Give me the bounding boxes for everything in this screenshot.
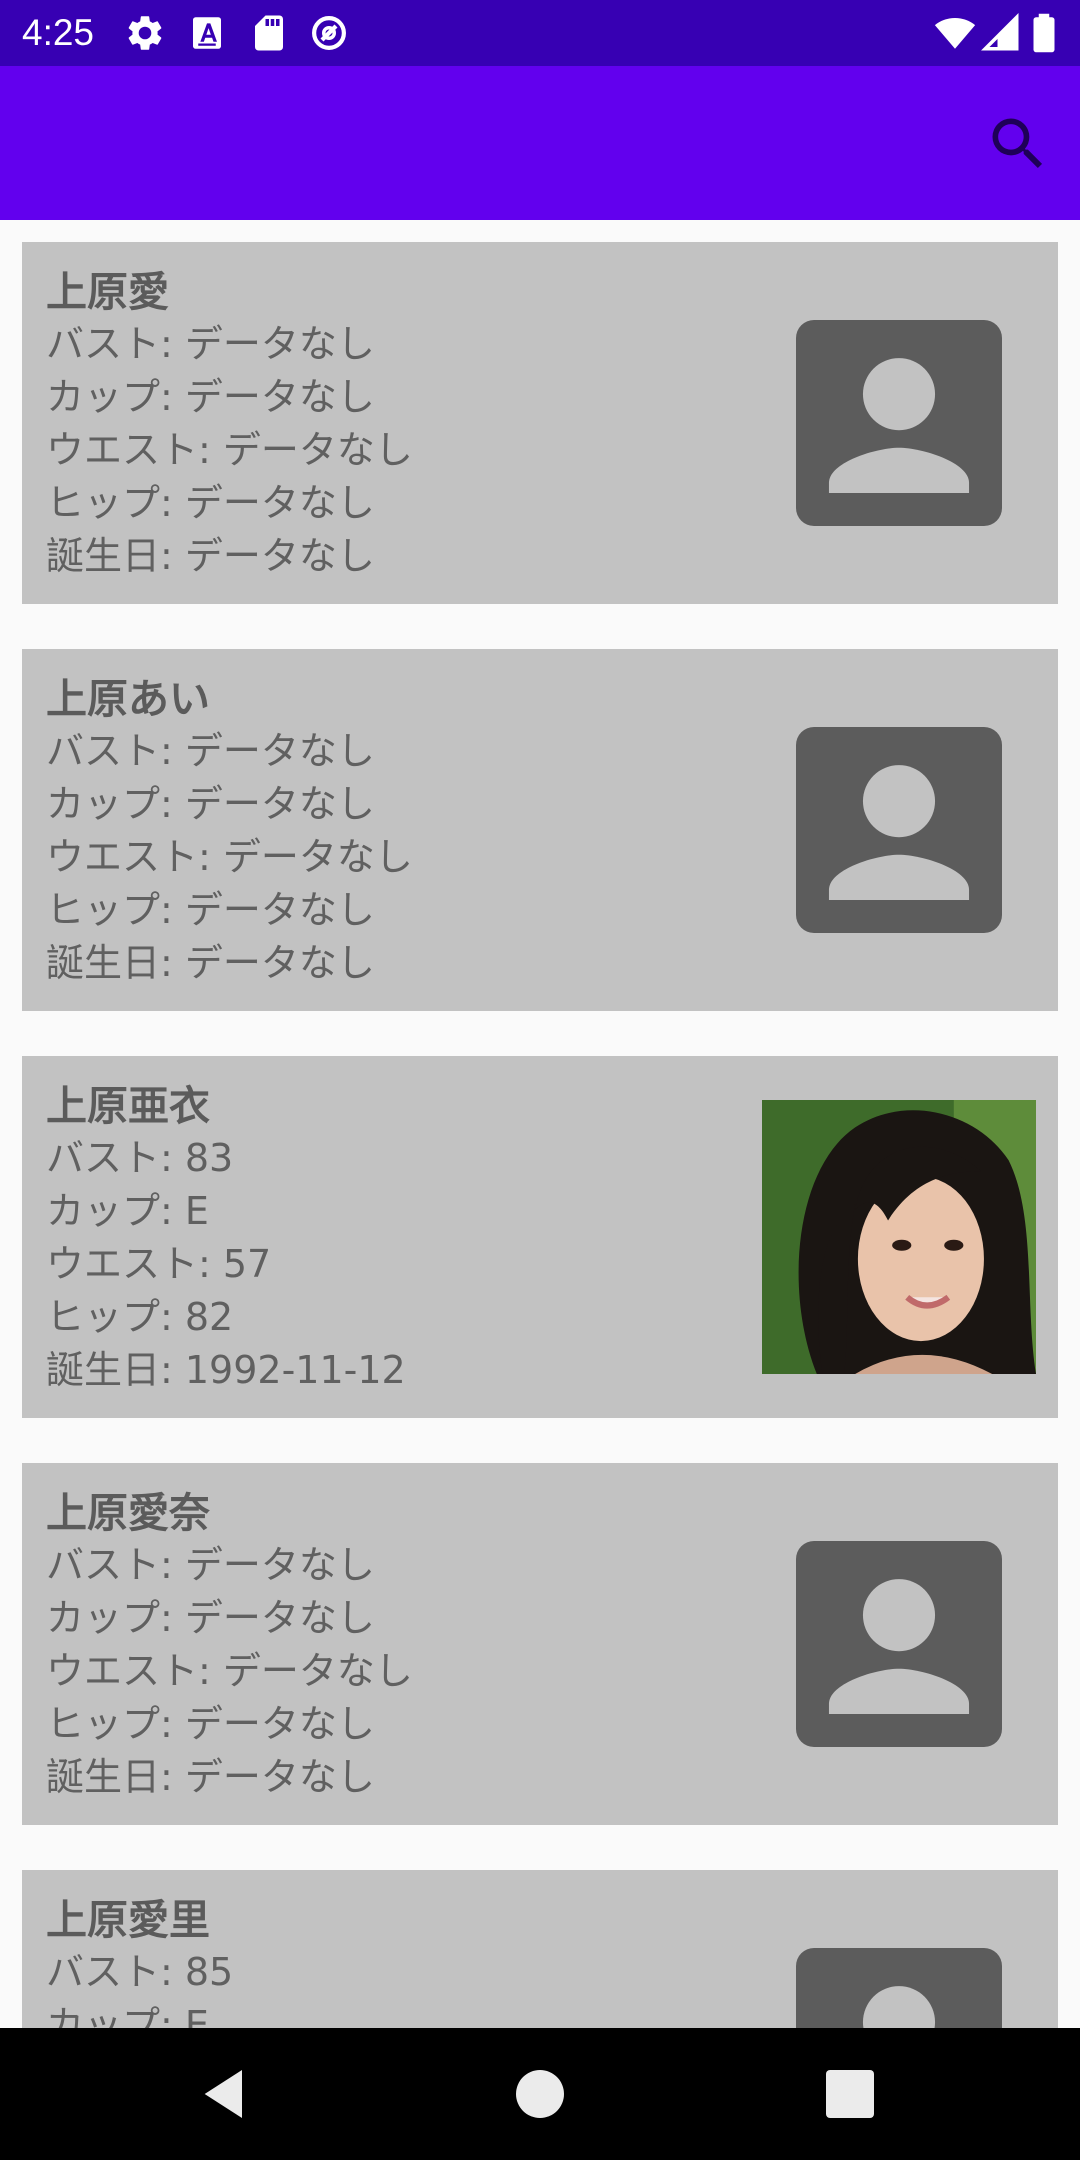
waist-text: ウエスト: データなし xyxy=(46,835,413,879)
bust-text: バスト: 85 xyxy=(46,1950,234,1994)
birthday-text: 誕生日: データなし xyxy=(46,534,375,578)
actress-name: 上原亜衣 xyxy=(46,1082,210,1130)
settings-icon xyxy=(124,12,166,54)
back-icon[interactable] xyxy=(194,2062,258,2126)
text-a-icon xyxy=(186,12,228,54)
status-bar: 4:25 xyxy=(0,0,1080,66)
cup-text: カップ: E xyxy=(46,2003,209,2028)
avatar-placeholder-icon xyxy=(796,1948,1002,2028)
home-icon[interactable] xyxy=(508,2062,572,2126)
card-info: 上原亜衣 バスト: 83 カップ: E ウエスト: 57 ヒップ: 82 誕生日… xyxy=(46,1080,726,1397)
hip-text: ヒップ: データなし xyxy=(46,481,375,525)
waist-text: ウエスト: 57 xyxy=(46,1242,272,1286)
actress-card[interactable]: 上原亜衣 バスト: 83 カップ: E ウエスト: 57 ヒップ: 82 誕生日… xyxy=(22,1056,1058,1418)
waist-text: ウエスト: データなし xyxy=(46,1649,413,1693)
cup-text: カップ: E xyxy=(46,1189,209,1233)
birthday-text: 誕生日: データなし xyxy=(46,1755,375,1799)
actress-list[interactable]: 上原愛 バスト: データなし カップ: データなし ウエスト: データなし ヒッ… xyxy=(0,220,1080,2028)
actress-name: 上原愛里 xyxy=(46,1896,210,1944)
battery-icon xyxy=(1026,12,1062,54)
cup-text: カップ: データなし xyxy=(46,1596,375,1640)
hip-text: ヒップ: 82 xyxy=(46,1295,234,1339)
actress-name: 上原愛奈 xyxy=(46,1489,210,1537)
actress-name: 上原愛 xyxy=(46,268,169,316)
card-info: 上原あい バスト: データなし カップ: データなし ウエスト: データなし ヒ… xyxy=(46,673,726,990)
actress-name: 上原あい xyxy=(46,675,210,723)
birthday-text: 誕生日: 1992-11-12 xyxy=(46,1348,406,1392)
cellular-signal-icon xyxy=(980,12,1022,54)
cup-text: カップ: データなし xyxy=(46,375,375,419)
bust-text: バスト: データなし xyxy=(46,729,375,773)
card-info: 上原愛奈 バスト: データなし カップ: データなし ウエスト: データなし ヒ… xyxy=(46,1487,726,1804)
actress-card[interactable]: 上原あい バスト: データなし カップ: データなし ウエスト: データなし ヒ… xyxy=(22,649,1058,1011)
cup-text: カップ: データなし xyxy=(46,782,375,826)
avatar-placeholder-icon xyxy=(796,1541,1002,1747)
status-time: 4:25 xyxy=(22,12,95,53)
avatar-placeholder-icon xyxy=(796,320,1002,526)
avatar-placeholder-icon xyxy=(796,727,1002,933)
waist-text: ウエスト: データなし xyxy=(46,428,413,472)
card-info: 上原愛 バスト: データなし カップ: データなし ウエスト: データなし ヒッ… xyxy=(46,266,726,583)
sd-card-icon xyxy=(248,12,290,54)
card-info: 上原愛里 バスト: 85 カップ: E xyxy=(46,1894,726,2028)
hip-text: ヒップ: データなし xyxy=(46,1702,375,1746)
search-icon[interactable] xyxy=(984,110,1052,178)
profile-photo xyxy=(762,1100,1036,1374)
actress-card[interactable]: 上原愛里 バスト: 85 カップ: E xyxy=(22,1870,1058,2028)
bust-text: バスト: データなし xyxy=(46,1543,375,1587)
wifi-icon xyxy=(934,12,976,54)
data-saver-icon xyxy=(308,12,350,54)
actress-card[interactable]: 上原愛奈 バスト: データなし カップ: データなし ウエスト: データなし ヒ… xyxy=(22,1463,1058,1825)
bust-text: バスト: 83 xyxy=(46,1136,234,1180)
bust-text: バスト: データなし xyxy=(46,322,375,366)
hip-text: ヒップ: データなし xyxy=(46,888,375,932)
navigation-bar xyxy=(0,2028,1080,2160)
birthday-text: 誕生日: データなし xyxy=(46,941,375,985)
recents-icon[interactable] xyxy=(818,2062,882,2126)
app-bar xyxy=(0,66,1080,220)
actress-card[interactable]: 上原愛 バスト: データなし カップ: データなし ウエスト: データなし ヒッ… xyxy=(22,242,1058,604)
